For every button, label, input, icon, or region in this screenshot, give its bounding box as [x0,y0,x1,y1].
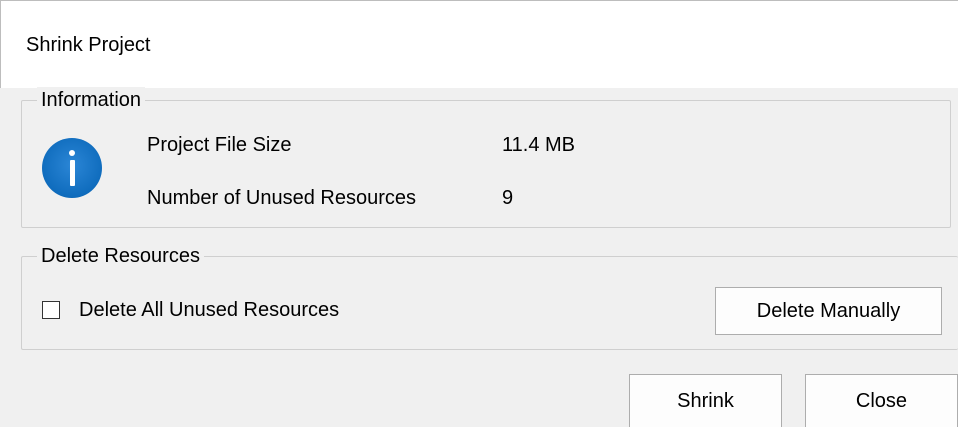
info-icon-dot [69,150,75,156]
unused-resources-count-value: 9 [502,187,514,209]
unused-resources-count-label: Number of Unused Resources [147,187,417,209]
info-icon [42,138,102,198]
dialog-header: Shrink Project [0,0,958,88]
dialog-title: Shrink Project [26,34,151,56]
information-group-label: Information [37,87,146,113]
close-button[interactable]: Close [805,374,958,427]
project-file-size-value: 11.4 MB [502,134,575,156]
delete-manually-button[interactable]: Delete Manually [715,287,942,335]
delete-all-unused-checkbox-label[interactable]: Delete All Unused Resources [79,298,339,322]
delete-resources-group-label: Delete Resources [37,243,204,269]
shrink-button[interactable]: Shrink [629,374,782,427]
info-icon-stem [69,160,75,186]
delete-all-unused-checkbox[interactable] [42,301,60,319]
project-file-size-label: Project File Size [147,134,292,156]
shrink-project-dialog: Shrink Project Information Project File … [0,0,958,427]
